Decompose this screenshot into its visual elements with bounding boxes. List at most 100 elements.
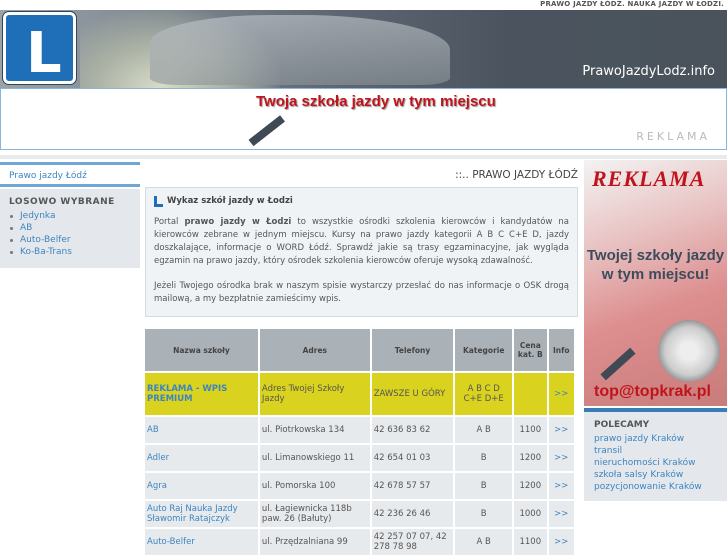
school-name-link[interactable]: AB (147, 425, 159, 435)
header-categories: Kategorie (455, 329, 513, 371)
price-cell: 1000 (514, 501, 547, 527)
categories-cell: B (455, 445, 513, 471)
random-item[interactable]: AB (20, 223, 32, 233)
school-name-link[interactable]: Agra (147, 481, 167, 491)
header-price: Cena kat. B (514, 329, 547, 371)
random-item[interactable]: Auto-Belfer (20, 235, 71, 245)
school-name-link[interactable]: REKLAMA - WPIS PREMIUM (147, 384, 227, 404)
address-cell: ul. Łagiewnicka 118b paw. 26 (Bałuty) (259, 501, 370, 527)
info-link[interactable]: >> (554, 453, 568, 463)
info-link[interactable]: >> (554, 537, 568, 547)
categories-cell: A B (455, 417, 513, 443)
random-item[interactable]: Jedynka (20, 211, 56, 221)
side-ad[interactable]: REKLAMA Twojej szkoły jazdy w tym miejsc… (584, 160, 727, 406)
side-ad-text: Twojej szkoły jazdy w tym miejscu! (586, 247, 725, 283)
random-item[interactable]: Ko-Ba-Trans (20, 247, 72, 257)
random-schools-panel: LOSOWO WYBRANE Jedynka AB Auto-Belfer Ko… (0, 189, 140, 268)
info-link[interactable]: >> (554, 425, 568, 435)
info-cell: >> (548, 445, 574, 471)
address-cell: ul. Piotrkowska 134 (259, 417, 370, 443)
categories-cell: A B C D C+E D+E (455, 373, 513, 415)
recommended-link[interactable]: pozycjonowanie Kraków (594, 481, 717, 493)
phone-cell: 42 654 01 03 (371, 445, 454, 471)
divider (0, 155, 727, 159)
school-name-link[interactable]: Adler (147, 453, 169, 463)
car-image (150, 15, 450, 85)
main-content: ::.. PRAWO JAZDY ŁÓDŹ Wykaz szkół jazdy … (145, 160, 578, 555)
table-row: AB ul. Piotrkowska 134 42 636 83 62 A B 1100… (145, 417, 574, 443)
school-name-cell: AB (145, 417, 258, 443)
info-cell: >> (548, 501, 574, 527)
header-address: Adres (259, 329, 370, 371)
intro-bold: prawo jazdy w Łodzi (184, 217, 292, 227)
banner-ad[interactable]: Twoja szkoła jazdy w tym miejscu REKLAMA (0, 88, 727, 150)
table-row: Agra ul. Pomorska 100 42 678 57 57 B 1200 >> (145, 473, 574, 499)
page-title: ::.. PRAWO JAZDY ŁÓDŹ (455, 169, 578, 181)
address-cell: ul. Pomorska 100 (259, 473, 370, 499)
categories-cell: A B (455, 529, 513, 555)
phone-cell: 42 678 57 57 (371, 473, 454, 499)
phone-cell: ZAWSZE U GÓRY (371, 373, 454, 415)
header-info: Info (548, 329, 574, 371)
header-banner: L PrawoJazdyLodz.info (0, 10, 727, 88)
recommended-panel: POLECAMY prawo jazdy Kraków transil nier… (584, 408, 727, 501)
address-cell: ul. Limanowskiego 11 (259, 445, 370, 471)
address-cell: ul. Przędzalniana 99 (259, 529, 370, 555)
table-row: REKLAMA - WPIS PREMIUM Adres Twojej Szkoł… (145, 373, 574, 415)
site-name[interactable]: PrawoJazdyLodz.info (582, 64, 715, 79)
right-sidebar: REKLAMA Twojej szkoły jazdy w tym miejsc… (584, 160, 727, 501)
intro-paragraph-2: Jeżeli Twojego ośrodka brak w naszym spi… (154, 281, 569, 304)
school-name-link[interactable]: Auto Raj Nauka Jazdy Sławomir Ratajczyk (147, 504, 238, 524)
recommended-link[interactable]: prawo jazdy Kraków (594, 433, 717, 445)
wheel-image (658, 320, 720, 382)
price-cell (514, 373, 547, 415)
table-row: Adler ul. Limanowskiego 11 42 654 01 03 B 12… (145, 445, 574, 471)
price-cell: 1200 (514, 473, 547, 499)
phone-cell: 42 636 83 62 (371, 417, 454, 443)
logo[interactable]: L (3, 12, 76, 86)
info-cell: >> (548, 529, 574, 555)
recommended-link[interactable]: szkoła salsy Kraków (594, 469, 717, 481)
categories-cell: B (455, 473, 513, 499)
recommended-link[interactable]: transil (594, 445, 717, 457)
banner-ad-label: REKLAMA (636, 130, 710, 143)
side-ad-label: REKLAMA (592, 166, 706, 191)
school-name-cell: Adler (145, 445, 258, 471)
phone-cell: 42 236 26 46 (371, 501, 454, 527)
arrow-icon (248, 115, 285, 147)
address-cell: Adres Twojej Szkoły Jazdy (259, 373, 370, 415)
price-cell: 1100 (514, 529, 547, 555)
school-name-cell: Agra (145, 473, 258, 499)
school-name-cell: REKLAMA - WPIS PREMIUM (145, 373, 258, 415)
schools-table: Nazwa szkoły Adres Telefony Kategorie Ce… (143, 327, 576, 557)
banner-ad-text: Twoja szkoła jazdy w tym miejscu (256, 93, 496, 110)
info-link[interactable]: >> (554, 389, 568, 399)
intro-box: Wykaz szkół jazdy w Łodzi Portal prawo j… (145, 187, 578, 317)
arrow-icon (600, 347, 636, 381)
header-name: Nazwa szkoły (145, 329, 258, 371)
price-cell: 1200 (514, 445, 547, 471)
info-cell: >> (548, 417, 574, 443)
intro-heading: Wykaz szkół jazdy w Łodzi (167, 196, 293, 206)
info-link[interactable]: >> (554, 509, 568, 519)
intro-text: Portal (154, 217, 185, 227)
school-name-cell: Auto Raj Nauka Jazdy Sławomir Ratajczyk (145, 501, 258, 527)
categories-cell: B (455, 501, 513, 527)
left-sidebar: Prawo jazdy Łódź LOSOWO WYBRANE Jedynka … (0, 162, 140, 268)
logo-letter: L (26, 21, 62, 86)
header-phone: Telefony (371, 329, 454, 371)
side-ad-email[interactable]: top@topkrak.pl (594, 383, 711, 401)
info-link[interactable]: >> (554, 481, 568, 491)
recommended-heading: POLECAMY (594, 420, 650, 430)
l-logo-icon (154, 196, 163, 207)
nav-link-prawo-jazdy-lodz[interactable]: Prawo jazdy Łódź (9, 171, 87, 181)
school-name-cell: Auto-Belfer (145, 529, 258, 555)
random-heading: LOSOWO WYBRANE (9, 197, 115, 207)
recommended-link[interactable]: nieruchomości Kraków (594, 457, 717, 469)
school-name-link[interactable]: Auto-Belfer (147, 537, 195, 547)
info-cell: >> (548, 373, 574, 415)
phone-cell: 42 257 07 07, 42 278 78 98 (371, 529, 454, 555)
table-row: Auto-Belfer ul. Przędzalniana 99 42 257 07… (145, 529, 574, 555)
info-cell: >> (548, 473, 574, 499)
price-cell: 1100 (514, 417, 547, 443)
